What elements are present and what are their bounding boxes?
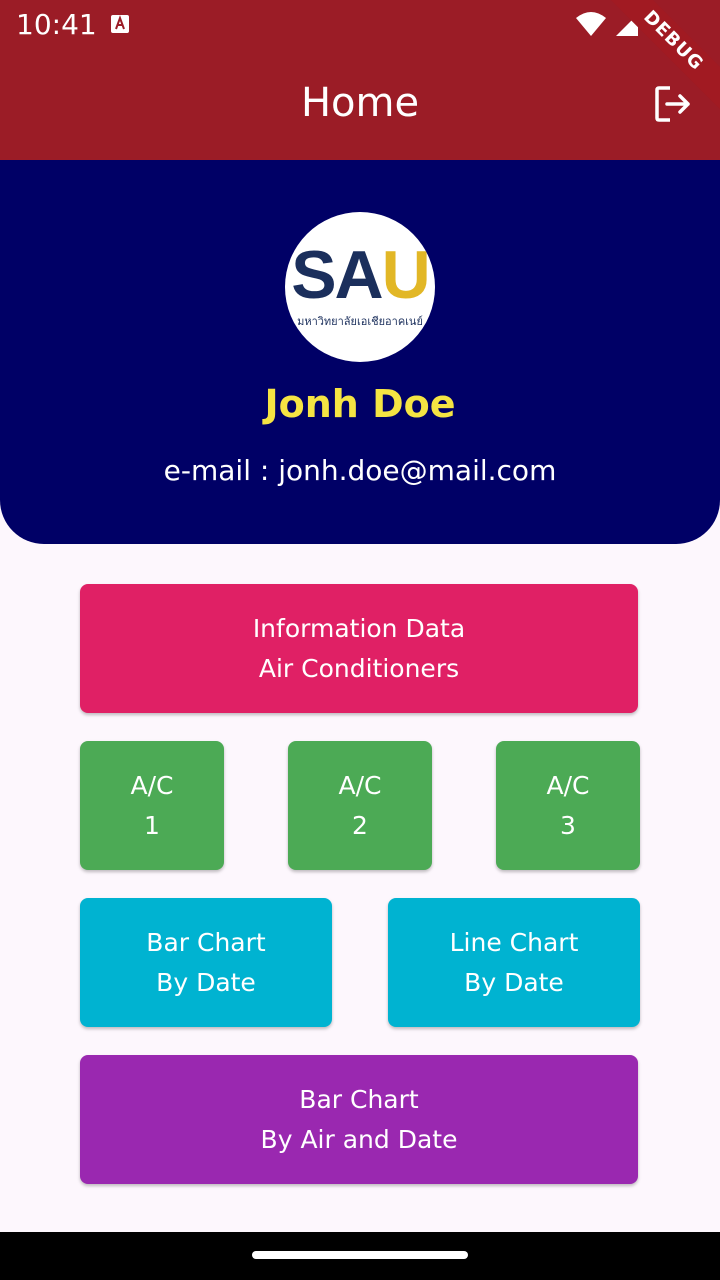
profile-header: SAU มหาวิทยาลัยเอเชียอาคเนย์ Jonh Doe e-…	[0, 160, 720, 544]
logo-main: SA	[291, 237, 383, 313]
button-label-line2: Air Conditioners	[258, 653, 460, 683]
bar-chart-by-air-and-date-button[interactable]: Bar Chart By Air and Date	[80, 1055, 638, 1184]
button-label-line2: By Date	[156, 967, 256, 997]
button-label-line1: A/C	[130, 770, 174, 800]
button-label-line1: Bar Chart	[146, 927, 266, 957]
logo: SAU	[285, 240, 435, 310]
button-label-line1: Line Chart	[449, 927, 579, 957]
button-label-line1: A/C	[338, 770, 382, 800]
logout-icon	[655, 86, 690, 122]
logo-subtitle: มหาวิทยาลัยเอเชียอาคเนย์	[297, 315, 423, 328]
logo-accent: U	[381, 237, 431, 313]
bar-chart-by-date-button[interactable]: Bar Chart By Date	[80, 898, 332, 1027]
button-label-line2: 2	[352, 810, 368, 840]
button-label-line2: By Air and Date	[260, 1124, 458, 1154]
status-bar: 10:41	[0, 0, 720, 50]
button-label-line2: 1	[144, 810, 160, 840]
button-label-line1: Information Data	[252, 613, 466, 643]
line-chart-by-date-button[interactable]: Line Chart By Date	[388, 898, 640, 1027]
page-title: Home	[300, 80, 420, 126]
app-bar: Home	[0, 50, 720, 160]
home-indicator[interactable]	[252, 1251, 468, 1259]
logout-button[interactable]	[654, 84, 694, 124]
app-notification-icon	[110, 14, 130, 34]
ac-2-button[interactable]: A/C 2	[288, 741, 432, 870]
button-label-line1: Bar Chart	[299, 1084, 419, 1114]
user-email: e-mail : jonh.doe@mail.com	[163, 454, 557, 487]
information-data-button[interactable]: Information Data Air Conditioners	[80, 584, 638, 713]
ac-1-button[interactable]: A/C 1	[80, 741, 224, 870]
button-label-line2: 3	[560, 810, 576, 840]
system-nav-bar	[0, 1232, 720, 1280]
avatar: SAU มหาวิทยาลัยเอเชียอาคเนย์	[285, 212, 435, 362]
status-time: 10:41	[16, 8, 97, 41]
ac-3-button[interactable]: A/C 3	[496, 741, 640, 870]
wifi-icon	[576, 12, 606, 42]
button-label-line2: By Date	[464, 967, 564, 997]
user-name: Jonh Doe	[264, 382, 456, 426]
button-label-line1: A/C	[546, 770, 590, 800]
